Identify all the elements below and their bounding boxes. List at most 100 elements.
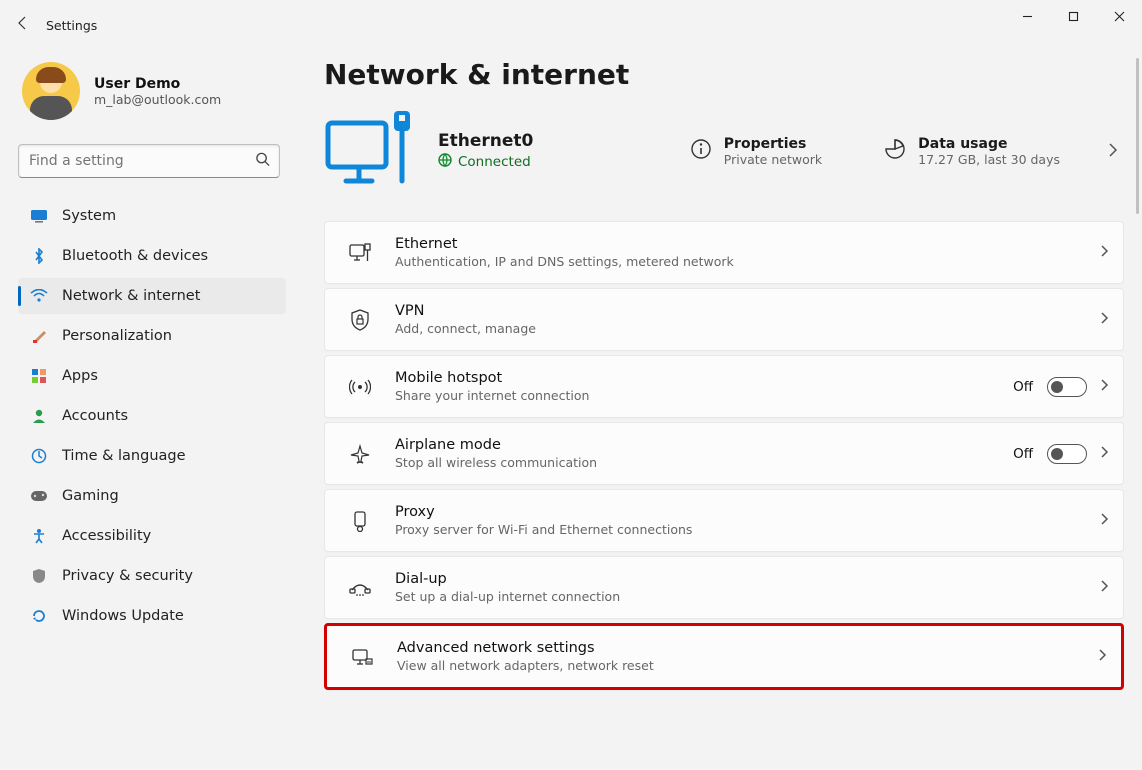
usage-sub: 17.27 GB, last 30 days xyxy=(918,152,1060,167)
airplane-title: Airplane mode xyxy=(395,437,991,453)
sidebar: User Demo m_lab@outlook.com System Bluet… xyxy=(18,58,286,634)
airplane-toggle[interactable] xyxy=(1047,444,1087,464)
card-advanced[interactable]: Advanced network settings View all networ… xyxy=(324,623,1124,690)
ethernet-title: Ethernet xyxy=(395,236,1079,252)
maximize-button[interactable] xyxy=(1050,0,1096,32)
brush-icon xyxy=(30,327,48,345)
gamepad-icon xyxy=(30,487,48,505)
close-button[interactable] xyxy=(1096,0,1142,32)
monitor-icon xyxy=(30,207,48,225)
nav-item-gaming[interactable]: Gaming xyxy=(18,478,286,514)
advanced-sub: View all network adapters, network reset xyxy=(397,658,1077,673)
hotspot-state: Off xyxy=(1013,379,1033,395)
card-dialup[interactable]: Dial-upSet up a dial-up internet connect… xyxy=(324,556,1124,619)
account-email: m_lab@outlook.com xyxy=(94,92,221,107)
card-airplane[interactable]: Airplane mode Stop all wireless communica… xyxy=(324,422,1124,485)
card-proxy[interactable]: Proxy Proxy server for Wi-Fi and Ethernet… xyxy=(324,489,1124,552)
chevron-right-icon xyxy=(1101,580,1109,596)
nav-item-time[interactable]: Time & language xyxy=(18,438,286,474)
chevron-right-icon xyxy=(1101,513,1109,529)
adapter-status: Connected xyxy=(438,153,533,171)
advanced-title: Advanced network settings xyxy=(397,640,1077,656)
adapter-status-text: Connected xyxy=(458,154,531,170)
vpn-sub: Add, connect, manage xyxy=(395,321,1079,336)
ethernet-sub: Authentication, IP and DNS settings, met… xyxy=(395,254,1079,269)
nav-item-update[interactable]: Windows Update xyxy=(18,598,286,634)
scrollbar[interactable] xyxy=(1136,58,1139,214)
info-icon xyxy=(690,136,712,158)
nav-label: Accounts xyxy=(62,408,128,424)
properties-sub: Private network xyxy=(724,152,822,167)
adapter-name: Ethernet0 xyxy=(438,131,533,151)
network-adapter-icon xyxy=(349,647,375,667)
ethernet-icon xyxy=(347,243,373,263)
nav-item-network[interactable]: Network & internet xyxy=(18,278,286,314)
wifi-icon xyxy=(30,287,48,305)
chevron-right-icon xyxy=(1108,142,1118,161)
title-bar: Settings xyxy=(0,0,1142,50)
card-hotspot[interactable]: Mobile hotspotShare your internet connec… xyxy=(324,355,1124,418)
nav-item-bluetooth[interactable]: Bluetooth & devices xyxy=(18,238,286,274)
data-usage-link[interactable]: Data usage 17.27 GB, last 30 days xyxy=(884,136,1060,167)
airplane-icon xyxy=(347,444,373,464)
status-row: Ethernet0 Connected Properties Private n… xyxy=(324,109,1124,193)
chevron-right-icon xyxy=(1101,379,1109,395)
minimize-button[interactable] xyxy=(1004,0,1050,32)
settings-cards: Ethernet Authentication, IP and DNS setti… xyxy=(324,221,1124,690)
shield-icon xyxy=(30,567,48,585)
properties-link[interactable]: Properties Private network xyxy=(690,136,822,167)
nav-label: Windows Update xyxy=(62,608,184,624)
update-icon xyxy=(30,607,48,625)
nav-label: Apps xyxy=(62,368,98,384)
search-icon xyxy=(255,152,270,171)
chevron-right-icon xyxy=(1099,649,1107,665)
hotspot-sub: Share your internet connection xyxy=(395,388,991,403)
chart-icon xyxy=(884,136,906,158)
globe-clock-icon xyxy=(30,447,48,465)
card-ethernet[interactable]: Ethernet Authentication, IP and DNS setti… xyxy=(324,221,1124,284)
window-title: Settings xyxy=(46,18,97,33)
airplane-state: Off xyxy=(1013,446,1033,462)
bluetooth-icon xyxy=(30,247,48,265)
nav-item-accounts[interactable]: Accounts xyxy=(18,398,286,434)
chevron-right-icon xyxy=(1101,312,1109,328)
nav-label: Network & internet xyxy=(62,288,200,304)
nav-item-personalization[interactable]: Personalization xyxy=(18,318,286,354)
avatar xyxy=(22,62,80,120)
globe-connected-icon xyxy=(438,153,452,171)
card-vpn[interactable]: VPN Add, connect, manage xyxy=(324,288,1124,351)
nav: System Bluetooth & devices Network & int… xyxy=(18,198,286,634)
proxy-sub: Proxy server for Wi-Fi and Ethernet conn… xyxy=(395,522,1079,537)
nav-label: Privacy & security xyxy=(62,568,193,584)
search-input[interactable] xyxy=(18,144,280,178)
accessibility-icon xyxy=(30,527,48,545)
nav-label: Personalization xyxy=(62,328,172,344)
account-name: User Demo xyxy=(94,76,221,92)
back-button[interactable] xyxy=(0,15,46,35)
properties-title: Properties xyxy=(724,136,822,152)
nav-label: Bluetooth & devices xyxy=(62,248,208,264)
nav-item-accessibility[interactable]: Accessibility xyxy=(18,518,286,554)
chevron-right-icon xyxy=(1101,446,1109,462)
person-icon xyxy=(30,407,48,425)
nav-item-privacy[interactable]: Privacy & security xyxy=(18,558,286,594)
dialup-sub: Set up a dial-up internet connection xyxy=(395,589,1079,604)
account-block[interactable]: User Demo m_lab@outlook.com xyxy=(18,58,286,138)
search-box[interactable] xyxy=(18,144,280,178)
connection-info: Ethernet0 Connected xyxy=(438,131,533,171)
nav-label: Accessibility xyxy=(62,528,151,544)
usage-title: Data usage xyxy=(918,136,1060,152)
nav-label: Time & language xyxy=(62,448,186,464)
airplane-sub: Stop all wireless communication xyxy=(395,455,991,470)
nav-item-apps[interactable]: Apps xyxy=(18,358,286,394)
hotspot-toggle[interactable] xyxy=(1047,377,1087,397)
page-title: Network & internet xyxy=(324,58,1124,91)
chevron-right-icon xyxy=(1101,245,1109,261)
proxy-title: Proxy xyxy=(395,504,1079,520)
monitor-cable-icon xyxy=(324,109,416,193)
main: Network & internet Ethernet0 Connected xyxy=(324,58,1124,760)
apps-icon xyxy=(30,367,48,385)
vpn-title: VPN xyxy=(395,303,1079,319)
phone-icon xyxy=(347,578,373,598)
nav-item-system[interactable]: System xyxy=(18,198,286,234)
